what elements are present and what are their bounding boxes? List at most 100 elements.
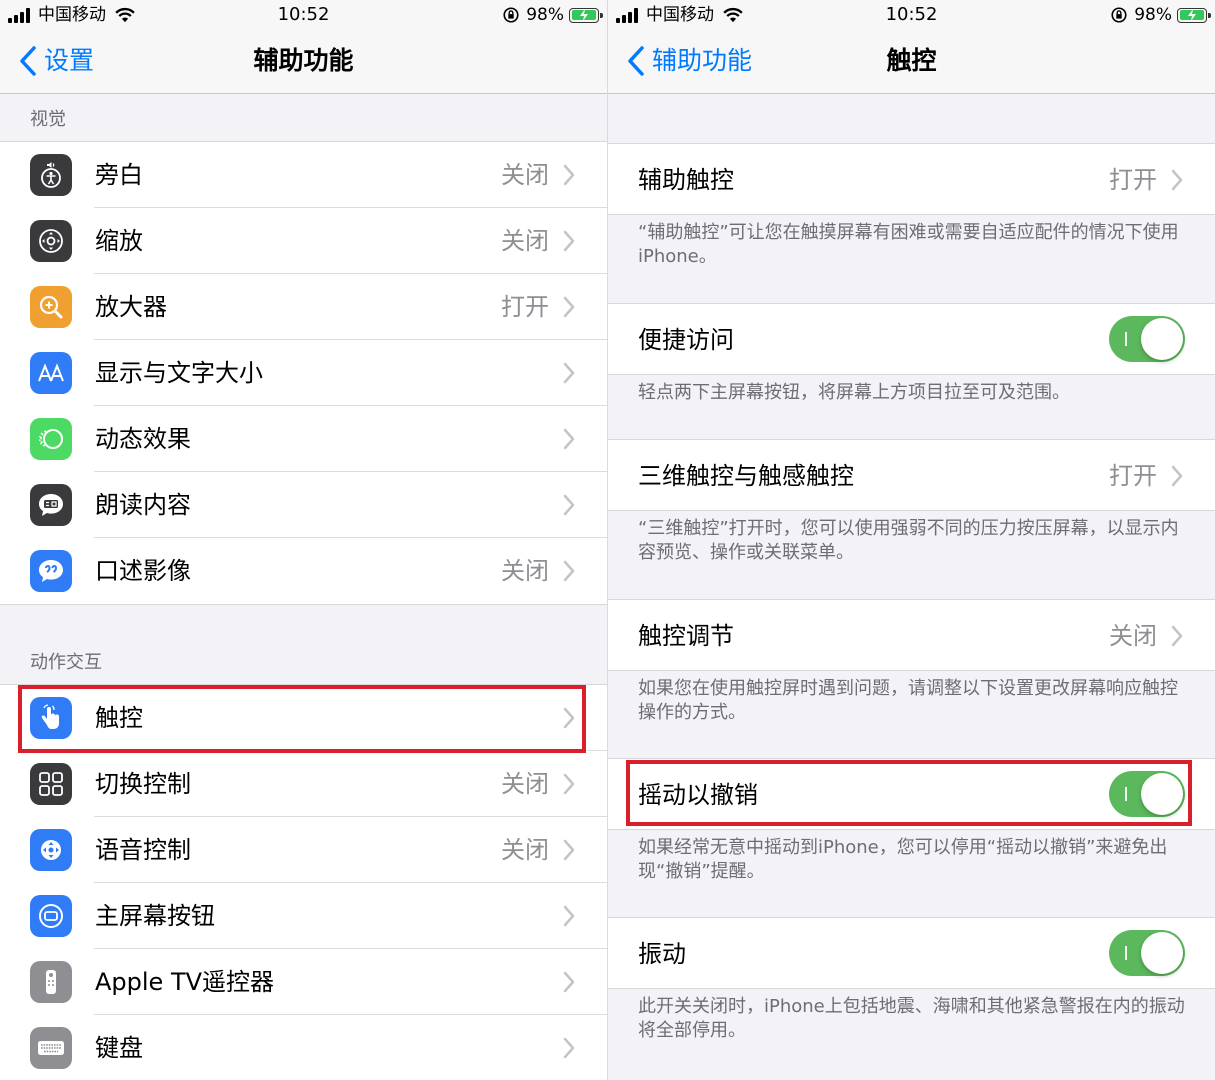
text-size-icon: [30, 352, 72, 394]
reachability-toggle[interactable]: [1109, 316, 1185, 362]
row-label: 口述影像: [95, 557, 191, 585]
row-label: 三维触控与触感触控: [638, 462, 854, 490]
magnifier-icon: [30, 286, 72, 328]
row-label: 振动: [638, 940, 686, 968]
navigation-bar: 设置 辅助功能: [0, 30, 607, 94]
status-bar: 中国移动 10:52 98%: [608, 0, 1215, 30]
shake-to-undo-toggle[interactable]: [1109, 771, 1185, 817]
row-touch-accommodations[interactable]: 触控调节 关闭: [608, 599, 1215, 671]
row-voiceover[interactable]: 旁白 关闭: [0, 142, 607, 208]
row-spoken-content[interactable]: 朗读内容: [0, 472, 607, 538]
shake-to-undo-footnote: 如果经常无意中摇动到iPhone，您可以停用“摇动以撤销”来避免出现“撤销”提醒…: [638, 837, 1168, 882]
audio-description-icon: [30, 550, 72, 592]
row-value: 关闭: [501, 557, 549, 585]
page-title: 辅助功能: [253, 46, 354, 75]
vibration-toggle[interactable]: [1109, 930, 1185, 976]
orientation-lock-icon: [503, 7, 519, 23]
battery-icon: [569, 7, 603, 23]
row-touch[interactable]: 触控: [0, 685, 607, 751]
interaction-group: 触控 切换控制 关闭 语音控制 关闭 主屏幕按钮 Apple TV遥控器 键盘: [0, 684, 607, 1080]
vision-group: 旁白 关闭 缩放 关闭 放大器 打开 显示与文字大小 动态效果 朗读内容 口述影…: [0, 141, 607, 605]
row-assistive-touch[interactable]: 辅助触控 打开: [608, 143, 1215, 215]
battery-percent: 98%: [526, 5, 564, 25]
row-label: 显示与文字大小: [95, 359, 263, 387]
row-shake-to-undo: 摇动以撤销: [608, 758, 1215, 830]
assistive-touch-footnote: “辅助触控”可让您在触摸屏幕有困难或需要自适应配件的情况下使用iPhone。: [638, 222, 1179, 267]
row-label: 触控: [95, 704, 143, 732]
row-label: 旁白: [95, 161, 143, 189]
section-header-physical-motor: 动作交互: [30, 652, 102, 673]
accessibility-screen: 中国移动 10:52 98% 设置 辅助功能 视觉 旁白 关闭 缩放 关闭 放大…: [0, 0, 607, 1080]
chevron-right-icon: [563, 230, 575, 252]
chevron-right-icon: [563, 428, 575, 450]
keyboard-icon: [30, 1027, 72, 1069]
row-vibration: 振动: [608, 917, 1215, 989]
battery-icon: [1177, 7, 1211, 23]
chevron-right-icon: [563, 773, 575, 795]
row-reachability: 便捷访问: [608, 303, 1215, 375]
chevron-right-icon: [563, 707, 575, 729]
row-audio-description[interactable]: 口述影像 关闭: [0, 538, 607, 604]
row-label: 摇动以撤销: [638, 781, 758, 809]
row-label: 主屏幕按钮: [95, 902, 215, 930]
chevron-right-icon: [563, 839, 575, 861]
vibration-footnote: 此开关关闭时，iPhone上包括地震、海啸和其他紧急警报在内的振动将全部停用。: [638, 996, 1185, 1041]
voiceover-icon: [30, 154, 72, 196]
row-zoom[interactable]: 缩放 关闭: [0, 208, 607, 274]
section-header-vision: 视觉: [30, 109, 66, 130]
home-button-icon: [30, 895, 72, 937]
chevron-right-icon: [1171, 465, 1183, 487]
chevron-right-icon: [563, 164, 575, 186]
page-title: 触控: [886, 46, 937, 75]
row-value: 关闭: [501, 161, 549, 189]
chevron-right-icon: [563, 494, 575, 516]
chevron-right-icon: [563, 296, 575, 318]
chevron-right-icon: [563, 971, 575, 993]
row-value: 打开: [501, 293, 549, 321]
switch-control-icon: [30, 763, 72, 805]
row-label: 动态效果: [95, 425, 191, 453]
row-keyboard[interactable]: 键盘: [0, 1015, 607, 1080]
3d-touch-footnote: “三维触控”打开时，您可以使用强弱不同的压力按压屏幕，以显示内容预览、操作或关联…: [638, 518, 1179, 563]
status-bar: 中国移动 10:52 98%: [0, 0, 607, 30]
touch-accommodations-footnote: 如果您在使用触控屏时遇到问题，请调整以下设置更改屏幕响应触控操作的方式。: [638, 678, 1178, 723]
motion-icon: [30, 418, 72, 460]
row-label: 便捷访问: [638, 326, 734, 354]
spoken-content-icon: [30, 484, 72, 526]
navigation-bar: 辅助功能 触控: [608, 30, 1215, 94]
orientation-lock-icon: [1111, 7, 1127, 23]
row-display-text-size[interactable]: 显示与文字大小: [0, 340, 607, 406]
row-label: 缩放: [95, 227, 143, 255]
row-voice-control[interactable]: 语音控制 关闭: [0, 817, 607, 883]
row-3d-haptic-touch[interactable]: 三维触控与触感触控 打开: [608, 439, 1215, 511]
row-motion[interactable]: 动态效果: [0, 406, 607, 472]
row-magnifier[interactable]: 放大器 打开: [0, 274, 607, 340]
row-label: 放大器: [95, 293, 167, 321]
reachability-footnote: 轻点两下主屏幕按钮，将屏幕上方项目拉至可及范围。: [638, 382, 1070, 403]
row-label: 朗读内容: [95, 491, 191, 519]
chevron-right-icon: [563, 905, 575, 927]
row-label: 辅助触控: [638, 166, 734, 194]
row-value: 关闭: [501, 227, 549, 255]
row-apple-tv-remote[interactable]: Apple TV遥控器: [0, 949, 607, 1015]
row-label: 触控调节: [638, 622, 734, 650]
row-value: 关闭: [501, 770, 549, 798]
row-value: 关闭: [1109, 622, 1157, 650]
voice-control-icon: [30, 829, 72, 871]
row-switch-control[interactable]: 切换控制 关闭: [0, 751, 607, 817]
row-value: 打开: [1109, 166, 1157, 194]
chevron-right-icon: [1171, 625, 1183, 647]
row-home-button[interactable]: 主屏幕按钮: [0, 883, 607, 949]
row-value: 打开: [1109, 462, 1157, 490]
zoom-icon: [30, 220, 72, 262]
touch-screen: 中国移动 10:52 98% 辅助功能 触控 辅助触控 打开 “辅助触控”可让您…: [608, 0, 1215, 1080]
chevron-right-icon: [563, 1037, 575, 1059]
battery-percent: 98%: [1134, 5, 1172, 25]
row-label: 切换控制: [95, 770, 191, 798]
row-label: Apple TV遥控器: [95, 968, 275, 996]
touch-hand-icon: [30, 697, 72, 739]
row-label: 语音控制: [95, 836, 191, 864]
chevron-right-icon: [1171, 169, 1183, 191]
chevron-right-icon: [563, 560, 575, 582]
row-value: 关闭: [501, 836, 549, 864]
